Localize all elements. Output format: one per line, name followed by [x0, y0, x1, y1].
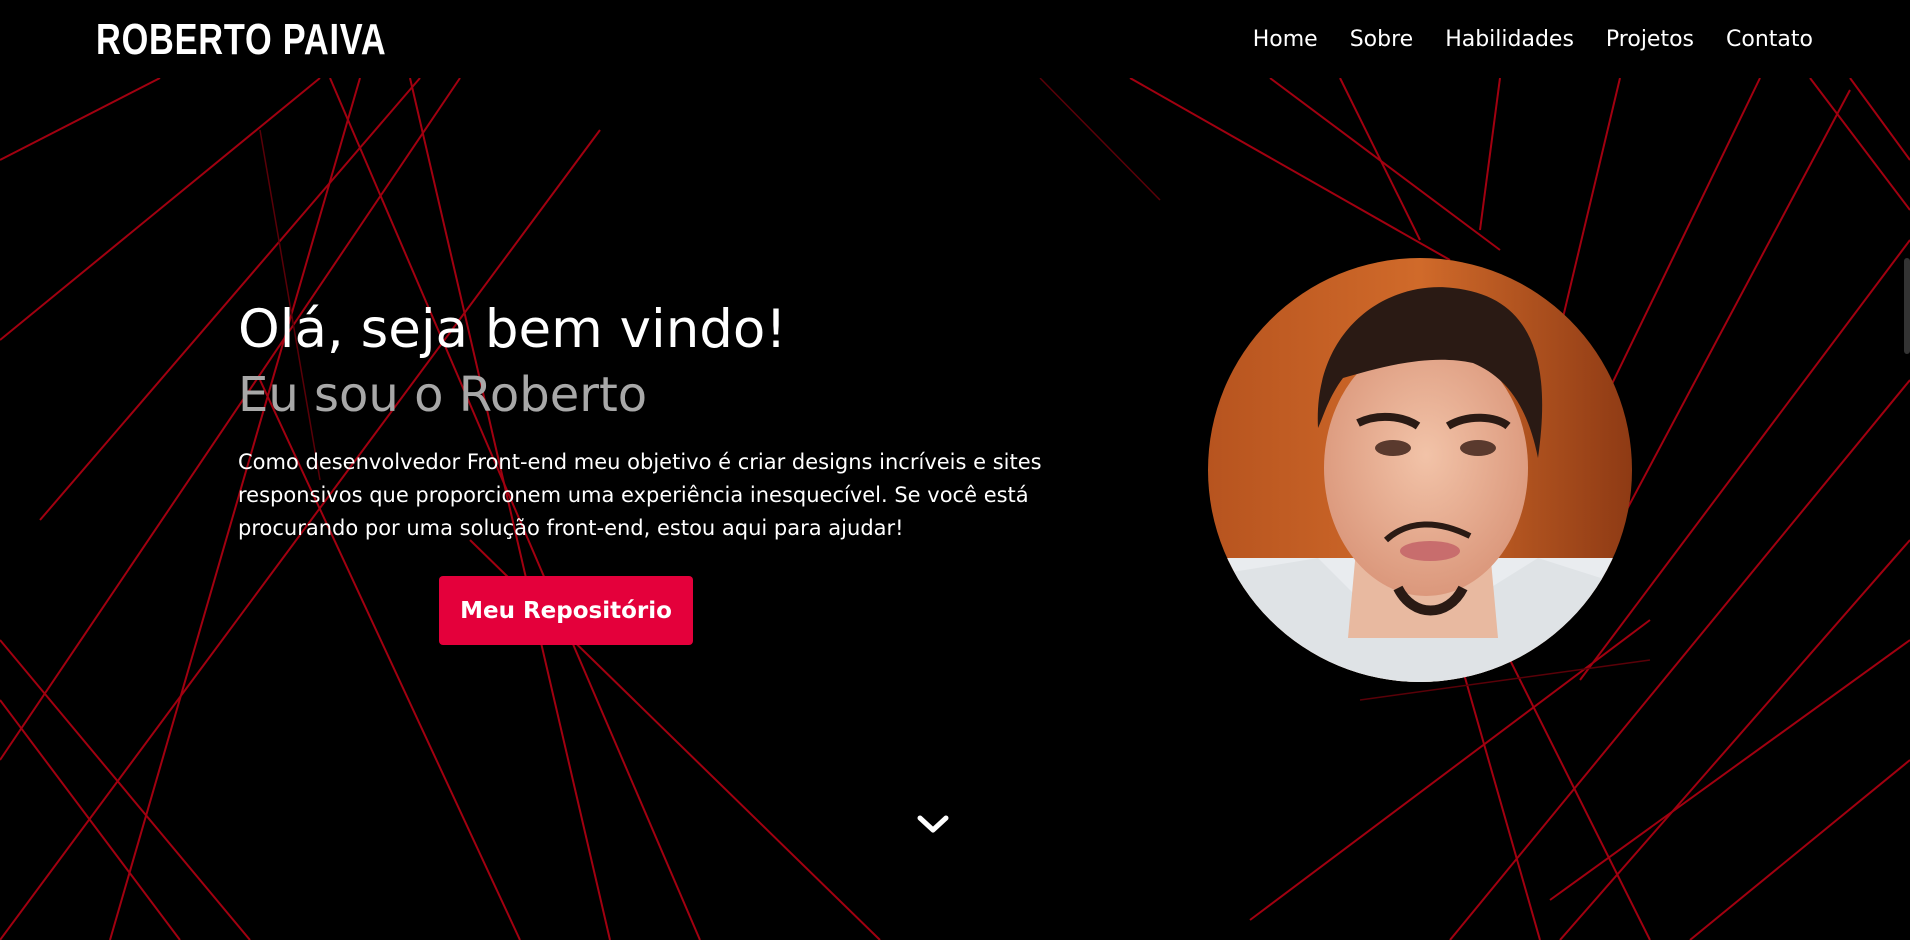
site-logo[interactable]: ROBERTO PAIVA — [96, 14, 386, 66]
nav-habilidades[interactable]: Habilidades — [1445, 22, 1574, 58]
main-nav: Home Sobre Habilidades Projetos Contato — [1253, 22, 1813, 58]
repository-button[interactable]: Meu Repositório — [439, 576, 693, 645]
chevron-down-icon[interactable] — [916, 812, 950, 836]
nav-home[interactable]: Home — [1253, 22, 1318, 58]
nav-contato[interactable]: Contato — [1726, 22, 1813, 58]
hero-description: Como desenvolvedor Front-end meu objetiv… — [238, 450, 1042, 540]
site-header: ROBERTO PAIVA Home Sobre Habilidades Pro… — [0, 0, 1910, 78]
nav-sobre[interactable]: Sobre — [1350, 22, 1414, 58]
nav-projetos[interactable]: Projetos — [1606, 22, 1694, 58]
profile-photo — [1208, 258, 1632, 682]
hero-greeting: Olá, seja bem vindo! — [238, 299, 787, 360]
page: ROBERTO PAIVA Home Sobre Habilidades Pro… — [0, 0, 1910, 940]
hero-subgreeting: Eu sou o Roberto — [238, 367, 648, 423]
scrollbar-thumb[interactable] — [1904, 258, 1910, 354]
hero-section: Olá, seja bem vindo! Eu sou o Roberto Co… — [238, 296, 1058, 566]
